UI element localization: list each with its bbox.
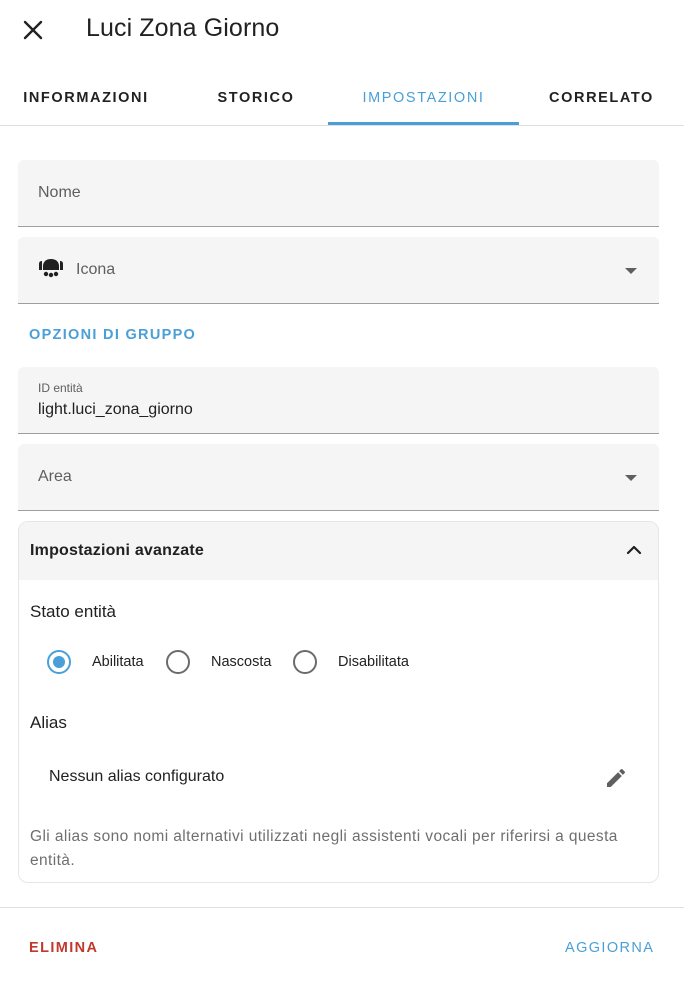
dialog-header: Luci Zona Giorno	[0, 0, 684, 60]
radio-enabled[interactable]	[47, 650, 71, 674]
radio-disabled[interactable]	[293, 650, 317, 674]
name-field-label: Nome	[38, 184, 81, 201]
tab-bar: INFORMAZIONI STORICO IMPOSTAZIONI CORREL…	[0, 70, 684, 126]
dropdown-arrow-icon	[625, 475, 637, 481]
entity-id-field[interactable]: ID entità light.luci_zona_giorno	[18, 367, 659, 434]
entity-id-value: light.luci_zona_giorno	[38, 401, 193, 418]
area-field-label: Area	[38, 468, 72, 485]
delete-button[interactable]: ELIMINA	[29, 940, 98, 956]
alias-empty-text: Nessun alias configurato	[49, 768, 225, 785]
dialog-title: Luci Zona Giorno	[86, 14, 280, 42]
entity-state-label: Stato entità	[30, 602, 117, 621]
close-icon	[23, 20, 43, 40]
radio-disabled-label[interactable]: Disabilitata	[338, 654, 409, 670]
tab-informazioni[interactable]: INFORMAZIONI	[0, 70, 172, 125]
icon-picker-field[interactable]: Icona	[18, 237, 659, 304]
update-button[interactable]: AGGIORNA	[565, 940, 654, 956]
dropdown-arrow-icon	[625, 268, 637, 274]
radio-hidden-label[interactable]: Nascosta	[211, 654, 271, 670]
tab-storico[interactable]: STORICO	[172, 70, 340, 125]
advanced-settings-panel: Impostazioni avanzate Stato entità Abili…	[18, 521, 659, 883]
tab-impostazioni[interactable]: IMPOSTAZIONI	[328, 70, 519, 125]
edit-alias-button[interactable]	[600, 762, 632, 794]
chevron-up-icon	[626, 545, 642, 555]
close-button[interactable]	[14, 12, 52, 48]
pencil-icon	[607, 768, 626, 787]
group-options-link[interactable]: OPZIONI DI GRUPPO	[29, 327, 196, 343]
active-tab-indicator	[328, 122, 519, 125]
alias-help-text: Gli alias sono nomi alternativi utilizza…	[30, 828, 618, 869]
alias-label: Alias	[30, 713, 67, 732]
radio-enabled-label[interactable]: Abilitata	[92, 654, 144, 670]
footer-divider	[0, 907, 684, 908]
icon-field-label: Icona	[76, 261, 116, 278]
advanced-settings-header[interactable]: Impostazioni avanzate	[19, 522, 658, 580]
ceiling-light-multiple-icon	[39, 259, 63, 278]
area-select-field[interactable]: Area	[18, 444, 659, 511]
radio-hidden[interactable]	[166, 650, 190, 674]
entity-id-label: ID entità	[38, 381, 83, 395]
entity-settings-dialog: Luci Zona Giorno INFORMAZIONI STORICO IM…	[0, 0, 684, 1000]
advanced-settings-title: Impostazioni avanzate	[30, 542, 205, 559]
name-field[interactable]: Nome	[18, 160, 659, 227]
tab-correlato[interactable]: CORRELATO	[519, 70, 684, 125]
